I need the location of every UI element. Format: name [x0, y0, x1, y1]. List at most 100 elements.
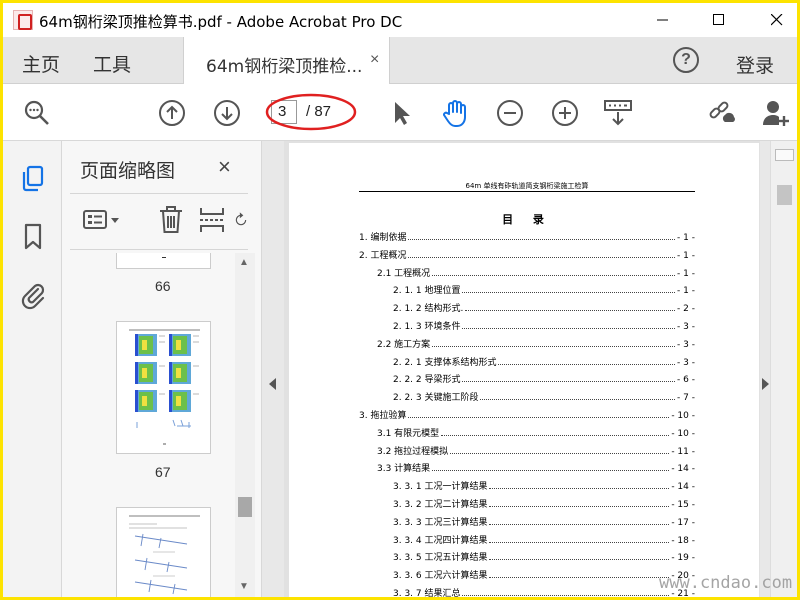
toc-entry[interactable]: 1. 编制依据 - 1 - — [359, 229, 695, 243]
document-tab-label: 64m钢桁梁顶推检... — [206, 57, 363, 77]
bookmarks-button[interactable] — [17, 219, 49, 255]
toc-entry[interactable]: 2. 2. 1 支撑体系结构形式 - 3 - — [393, 354, 695, 368]
toc-entry[interactable]: 2. 2. 3 关键施工阶段 - 7 - — [393, 389, 695, 403]
tab-home[interactable]: 主页 — [22, 50, 60, 77]
thumbnails-scrollbar[interactable]: ▲ ▼ — [235, 253, 255, 597]
scroll-up-arrow-icon[interactable]: ▲ — [239, 257, 249, 268]
toc-entry-page: - 17 - — [671, 517, 695, 528]
page-number-input[interactable]: 3 — [271, 100, 297, 124]
toc-entry[interactable]: 2.1 工程概况 - 1 - — [377, 265, 695, 279]
thumbnails-scroll-thumb[interactable] — [238, 497, 252, 517]
toc-entry[interactable]: 3. 3. 4 工况四计算结果 - 18 - — [393, 532, 695, 546]
toc-entry[interactable]: 3. 3. 2 工况二计算结果 - 15 - — [393, 496, 695, 510]
toc-entry-text: 3. 拖拉验算 — [359, 411, 407, 421]
zoom-out-button[interactable] — [494, 97, 526, 129]
minimize-button[interactable] — [643, 7, 683, 33]
page-thumbnail-67[interactable] — [116, 321, 211, 454]
toc-entry[interactable]: 3. 3. 6 工况六计算结果 - 20 - — [393, 567, 695, 581]
panel-divider — [70, 193, 248, 194]
next-page-icon — [214, 100, 240, 126]
toc-entry[interactable]: 3. 拖拉验算 - 10 - — [359, 407, 695, 421]
toc-leader-dots — [450, 452, 670, 454]
select-tool-button[interactable] — [385, 97, 417, 129]
hand-tool-icon — [443, 100, 466, 127]
thumbnail-67-preview — [129, 329, 200, 445]
page-thumbnails-icon — [22, 165, 44, 192]
window-title: 64m钢桁梁顶推检算书.pdf - Adobe Acrobat Pro DC — [39, 13, 403, 31]
toc-entry[interactable]: 3. 3. 3 工况三计算结果 - 17 - — [393, 514, 695, 528]
header-rule — [359, 191, 695, 192]
toc-entry-text: 3. 3. 1 工况一计算结果 — [393, 482, 488, 493]
maximize-button[interactable] — [699, 7, 739, 33]
toc-entry[interactable]: 3. 3. 7 结果汇总 - 21 - — [393, 585, 695, 597]
share-link-button[interactable] — [706, 97, 738, 129]
keyboard-scroll-button[interactable] — [602, 97, 634, 129]
document-tab-close-button[interactable]: × — [370, 51, 379, 69]
toc-entry-page: - 6 - — [677, 375, 695, 386]
toc-entry-text: 2.1 工程概况 — [377, 268, 431, 279]
toc-entry[interactable]: 2. 2. 2 导梁形式 - 6 - — [393, 371, 695, 385]
thumbnail-68-preview — [129, 515, 200, 595]
add-person-button[interactable] — [760, 97, 792, 129]
page-thumbnail-68[interactable] — [116, 507, 211, 597]
tab-document[interactable]: 64m钢桁梁顶推检... × — [183, 37, 390, 84]
toc-entry[interactable]: 2.2 施工方案 - 3 - — [377, 336, 695, 350]
page-thumbnail-66[interactable] — [116, 253, 211, 269]
toc-entry[interactable]: 2. 工程概况 - 1 - — [359, 247, 695, 261]
toc-entry-page: - 10 - — [671, 428, 695, 439]
panel-close-button[interactable]: × — [218, 154, 231, 180]
attachments-button[interactable] — [17, 277, 49, 313]
page-thumbnails-button[interactable] — [17, 161, 49, 197]
title-bar: 64m钢桁梁顶推检算书.pdf - Adobe Acrobat Pro DC — [3, 3, 797, 37]
toc-entry[interactable]: 2. 1. 2 结构形式. - 2 - — [393, 300, 695, 314]
toc-leader-dots — [432, 274, 676, 276]
help-button[interactable]: ? — [673, 47, 699, 73]
toc-entry[interactable]: 2. 1. 3 环境条件 - 3 - — [393, 318, 695, 332]
zoom-in-button[interactable] — [549, 97, 581, 129]
collapse-panel-arrow-icon[interactable] — [269, 378, 276, 390]
find-zoom-button[interactable] — [21, 97, 53, 129]
toc-leader-dots — [480, 399, 676, 401]
toc-entry-text: 3. 3. 6 工况六计算结果 — [393, 571, 488, 582]
toc-entry[interactable]: 3. 3. 1 工况一计算结果 - 14 - — [393, 478, 695, 492]
toc-entry[interactable]: 3. 3. 5 工况五计算结果 - 19 - — [393, 549, 695, 563]
document-scrollbar[interactable] — [770, 141, 797, 597]
toc-leader-dots — [408, 417, 670, 418]
toc-entry[interactable]: 2. 1. 1 地理位置 - 1 - — [393, 282, 695, 296]
toc-leader-dots — [462, 595, 670, 596]
toc-entry-text: 3. 3. 5 工况五计算结果 — [393, 553, 488, 564]
select-cursor-icon — [395, 102, 410, 125]
login-button[interactable]: 登录 — [736, 51, 774, 78]
close-window-button[interactable] — [757, 7, 797, 33]
toc-leader-dots — [462, 292, 676, 294]
tab-tools[interactable]: 工具 — [93, 50, 131, 77]
toc-entry-text: 3. 3. 2 工况二计算结果 — [393, 500, 488, 510]
next-page-button[interactable] — [211, 97, 243, 129]
previous-page-icon — [159, 100, 185, 126]
document-scroll-thumb[interactable] — [777, 185, 792, 205]
toc-entry-page: - 3 - — [677, 322, 695, 332]
panel-divider — [70, 249, 248, 250]
scrollbar-top-button[interactable] — [775, 149, 794, 161]
toc-entry-text: 2.2 施工方案 — [377, 339, 431, 350]
document-viewer[interactable]: 64m 单线有砟轨道简支钢桁梁施工检算 目 录 1. 编制依据 - 1 -2. 工… — [284, 141, 760, 597]
toc-leader-dots — [441, 434, 670, 436]
toc-entry[interactable]: 3.2 拖拉过程模拟 - 11 - — [377, 443, 695, 457]
toc-entry-page: - 7 - — [677, 393, 695, 404]
expand-right-panel-arrow-icon[interactable] — [762, 378, 769, 390]
toc-entry[interactable]: 3.1 有限元模型 - 10 - — [377, 425, 695, 439]
delete-page-button[interactable] — [158, 205, 184, 235]
insert-page-icon — [200, 208, 224, 232]
hand-tool-button[interactable] — [439, 97, 471, 129]
insert-page-button[interactable] — [198, 205, 226, 235]
thumbnail-options-button[interactable] — [82, 205, 122, 235]
rotate-page-button[interactable] — [234, 205, 248, 235]
previous-page-button[interactable] — [156, 97, 188, 129]
panel-collapse-strip — [262, 141, 284, 597]
scroll-down-arrow-icon[interactable]: ▼ — [239, 581, 249, 592]
toc-entry-text: 3.2 拖拉过程模拟 — [377, 446, 449, 457]
toc-entry[interactable]: 3.3 计算结果 - 14 - — [377, 460, 695, 474]
share-link-icon — [709, 101, 735, 122]
toc-entry-text: 2. 工程概况 — [359, 250, 407, 261]
page-total: / 87 — [306, 103, 332, 120]
